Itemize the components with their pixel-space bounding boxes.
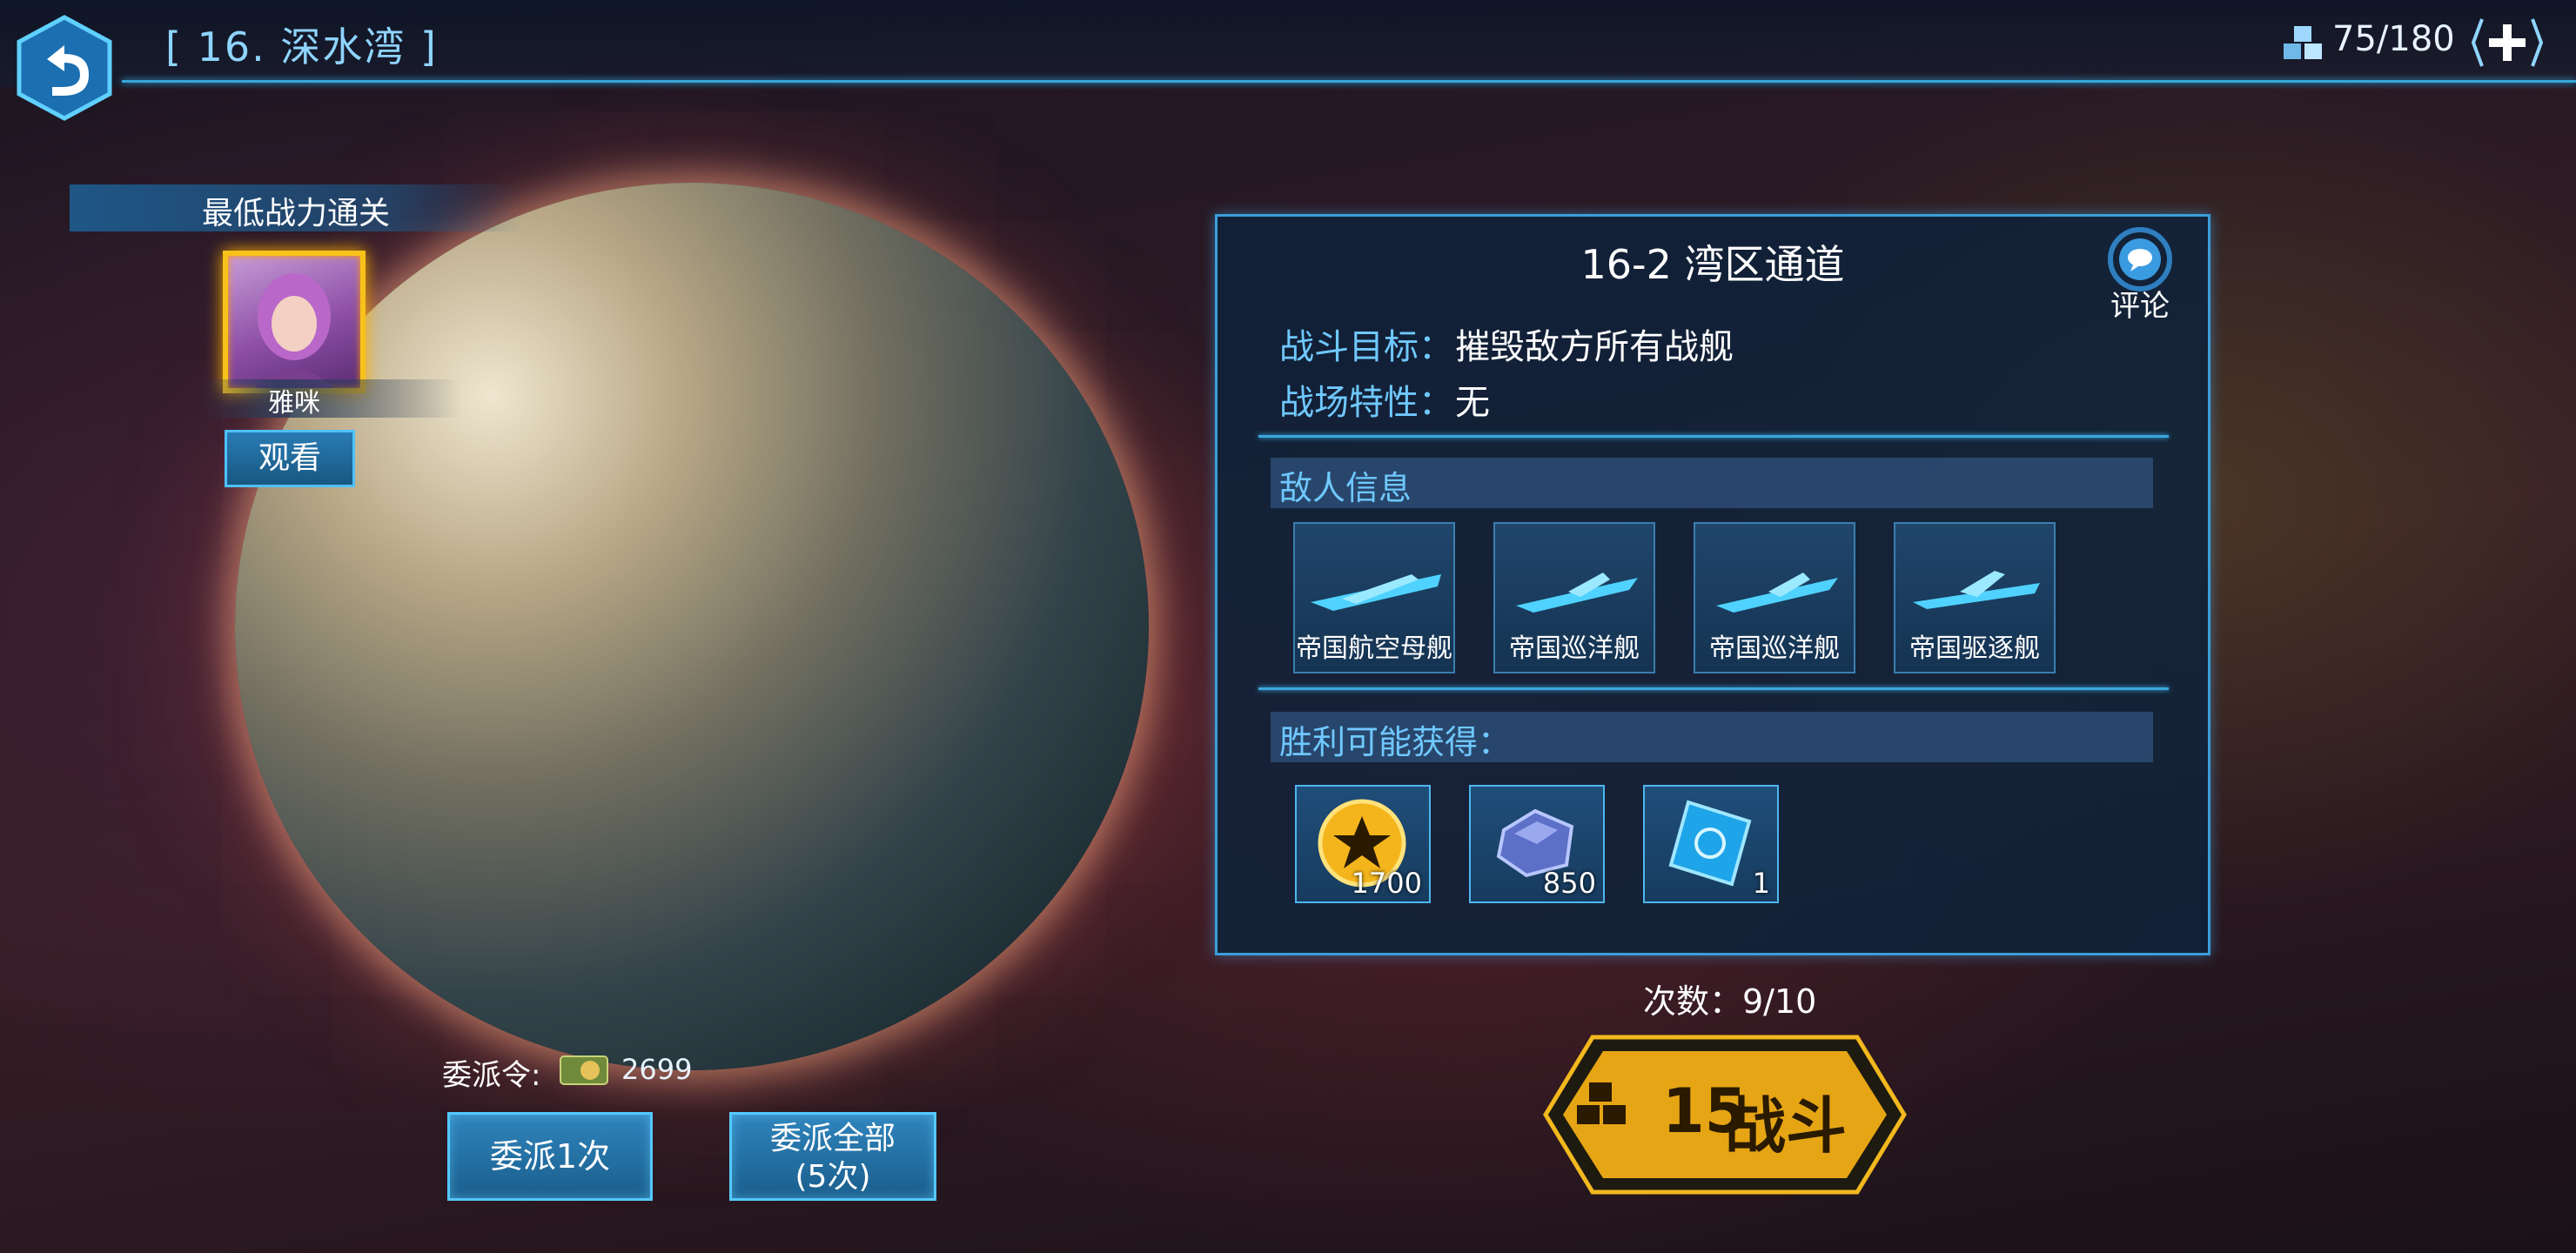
dispatch-token-label: 委派令:: [442, 1058, 541, 1093]
objective-label: 战斗目标：: [1279, 327, 1453, 367]
reward-item[interactable]: 1700: [1295, 785, 1431, 903]
reward-section-title: 胜利可能获得：: [1279, 723, 1512, 761]
reward-item[interactable]: 850: [1469, 785, 1605, 903]
add-energy-button[interactable]: [2470, 12, 2545, 73]
enemy-name: 帝国巡洋舰: [1509, 633, 1640, 664]
enemy-name: 帝国航空母舰: [1296, 633, 1452, 664]
enemy-name: 帝国巡洋舰: [1709, 633, 1840, 664]
reward-count: 850: [1542, 867, 1596, 900]
back-button[interactable]: [9, 12, 120, 124]
energy-cubes-icon: [2282, 24, 2325, 63]
panel-divider: [1258, 435, 2169, 438]
cruiser-ship-icon: [1716, 573, 1838, 613]
battle-label: 战斗: [1725, 1090, 1847, 1162]
dispatch-token-icon: [559, 1053, 609, 1088]
dispatch-all-button[interactable]: 委派全部 (5次): [729, 1112, 936, 1201]
cruiser-ship-icon: [1516, 573, 1638, 613]
enemy-section-title: 敌人信息: [1279, 469, 1412, 507]
player-name: 雅咪: [268, 388, 320, 419]
watch-replay-button[interactable]: 观看: [225, 430, 355, 487]
battlefield-feature-label: 战场特性：: [1279, 383, 1453, 423]
enemy-name: 帝国驱逐舰: [1909, 633, 2040, 664]
dispatch-all-label: 委派全部: [769, 1121, 896, 1156]
portrait-icon: [254, 273, 334, 388]
dispatch-once-button[interactable]: 委派1次: [447, 1112, 653, 1201]
min-power-title: 最低战力通关: [201, 196, 390, 231]
battlefield-feature-value: 无: [1455, 383, 1490, 423]
energy-count: 75/180: [2332, 19, 2455, 59]
dispatch-token-count: 2699: [621, 1053, 693, 1086]
enemy-card[interactable]: 帝国驱逐舰: [1894, 522, 2056, 673]
enemy-card[interactable]: 帝国巡洋舰: [1493, 522, 1655, 673]
enemy-card[interactable]: 帝国巡洋舰: [1694, 522, 1855, 673]
planet-image: [235, 183, 1149, 1070]
destroyer-ship-icon: [1913, 571, 2040, 609]
reward-count: 1: [1752, 867, 1770, 900]
stage-name: 16-2 湾区通道: [1580, 241, 1845, 288]
player-avatar[interactable]: [223, 251, 366, 393]
comment-label: 评论: [2110, 289, 2170, 324]
reward-count: 1700: [1351, 867, 1422, 900]
plus-icon: [2471, 18, 2544, 67]
panel-divider: [1258, 687, 2169, 690]
stage-title: [ 16. 深水湾 ]: [165, 23, 438, 70]
back-arrow-icon: [17, 15, 112, 121]
objective-value: 摧毁敌方所有战舰: [1455, 327, 1734, 367]
carrier-ship-icon: [1311, 574, 1441, 611]
enemy-card[interactable]: 帝国航空母舰: [1293, 522, 1455, 673]
reward-item[interactable]: 1: [1643, 785, 1779, 903]
top-bar-divider: [122, 80, 2576, 83]
blueprint-chip-icon: [1668, 800, 1752, 887]
attempts-remaining: 次数：9/10: [1643, 982, 1817, 1021]
dispatch-all-count: (5次): [795, 1159, 871, 1195]
